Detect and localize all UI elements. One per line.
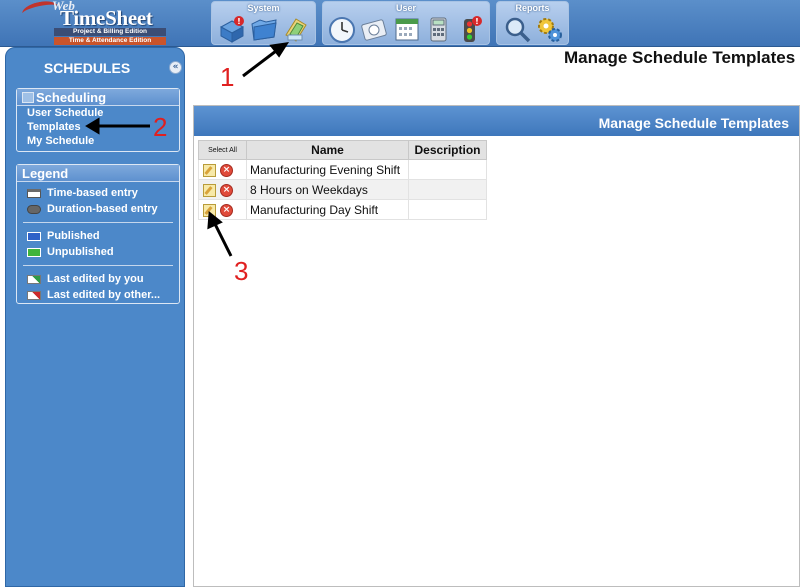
annotation-2: 2 [153,112,168,142]
arrow-2-head [85,117,100,135]
annotation-3: 3 [234,256,249,286]
annotation-arrows [85,42,290,257]
annotation-1: 1 [220,62,235,92]
arrow-3 [212,221,233,257]
arrow-1 [242,46,281,78]
arrow-3-head [207,211,223,230]
